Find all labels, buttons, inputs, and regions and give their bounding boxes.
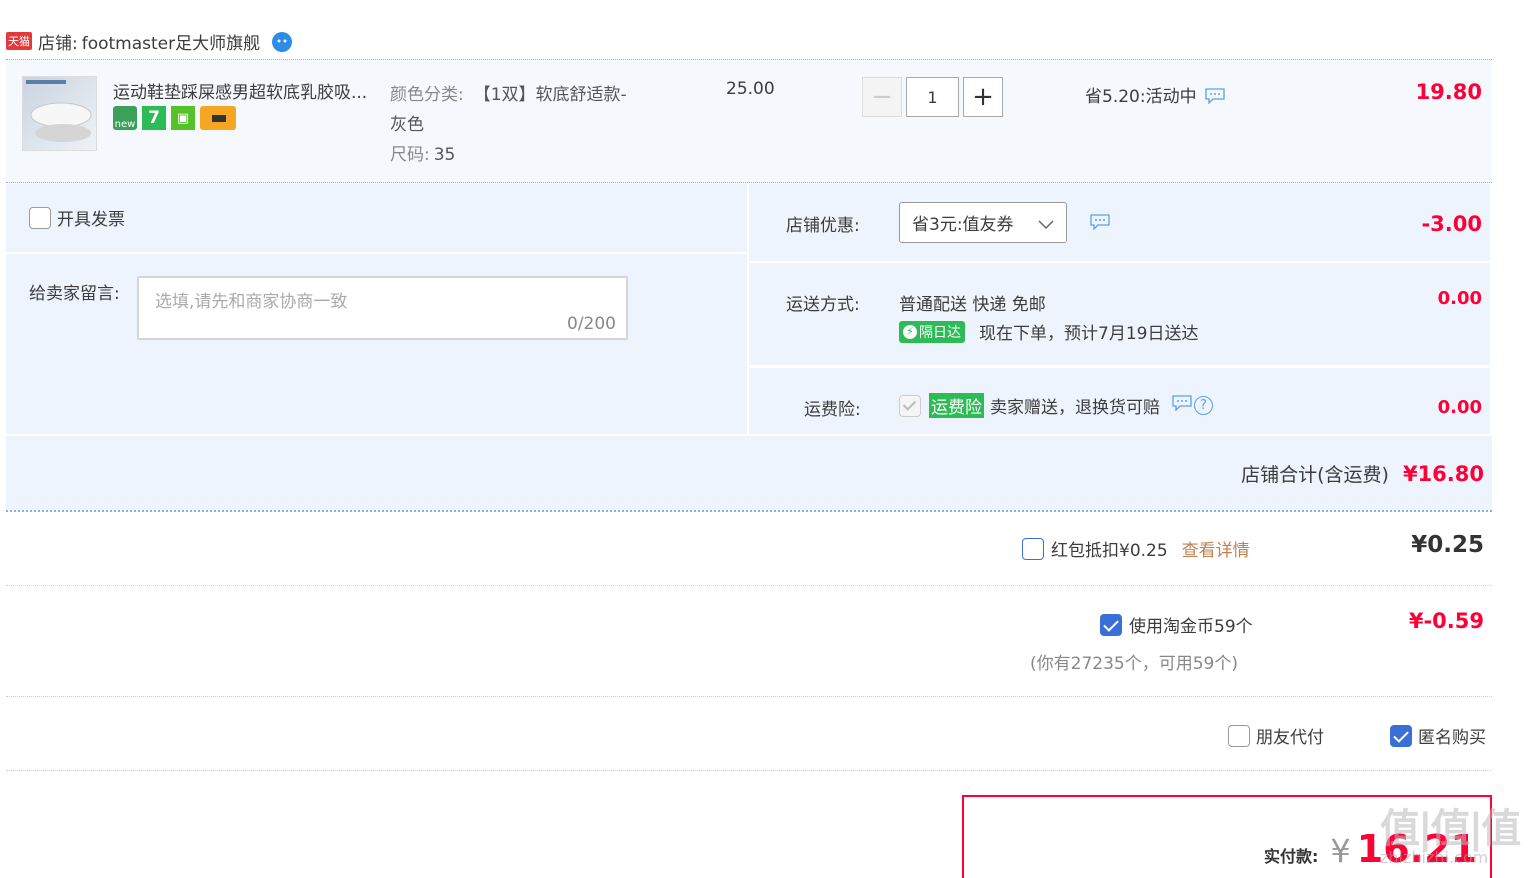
shop-discount-select[interactable]: 省3元:值友券: [899, 202, 1067, 243]
insurance-info: 运费险 卖家赠送，退换货可赔 ?: [929, 393, 1213, 418]
shop-name[interactable]: footmaster足大师旗舰: [82, 29, 260, 54]
insurance-chat-icon[interactable]: [1172, 395, 1192, 416]
invoice-option[interactable]: 开具发票: [29, 205, 125, 230]
redpacket-details-link[interactable]: 查看详情: [1182, 536, 1250, 561]
anonymous-option[interactable]: 匿名购买: [1390, 723, 1486, 748]
lightning-icon: ⚡: [903, 324, 917, 339]
shop-total: 店铺合计(含运费) ¥16.80: [1241, 461, 1484, 487]
shipping-method: 普通配送 快递 免邮: [899, 295, 1046, 315]
sku-info: 颜色分类: 【1双】软底舒适款- 灰色 尺码: 35: [390, 85, 627, 165]
tmall-badge: 天猫: [6, 32, 32, 50]
quantity-stepper: − 1 +: [862, 77, 1003, 117]
coins-checkbox[interactable]: [1100, 613, 1122, 636]
shipping-estimate-row: ⚡ 隔日达 现在下单，预计7月19日送达: [899, 319, 1198, 344]
help-icon[interactable]: ?: [1194, 396, 1213, 415]
shop-discount-label: 店铺优惠:: [786, 216, 860, 236]
card-icon: [200, 106, 236, 130]
coins-row: 使用淘金币59个: [1100, 612, 1253, 637]
product-title[interactable]: 运动鞋垫踩屎感男超软底乳胶吸...: [113, 78, 367, 103]
watermark: 值|值|值 zhizhizhi.com: [1380, 806, 1521, 867]
chevron-down-icon: [1038, 215, 1054, 235]
shop-discount-amount: -3.00: [1421, 212, 1482, 236]
wangwang-icon[interactable]: [270, 29, 294, 53]
insurance-amount: 0.00: [1437, 397, 1482, 418]
redpacket-amount: ¥0.25: [1411, 532, 1484, 558]
item-subtotal: 19.80: [1415, 80, 1482, 104]
product-thumbnail[interactable]: [22, 76, 97, 151]
message-textarea[interactable]: 选填,请先和商家协商一致 0/200: [137, 276, 628, 340]
friend-pay-option[interactable]: 朋友代付: [1228, 723, 1324, 748]
pay-label: 实付款:: [1264, 847, 1319, 866]
shop-total-amount: ¥16.80: [1402, 461, 1484, 486]
friend-pay-checkbox[interactable]: [1228, 724, 1250, 747]
message-label: 给卖家留言:: [29, 284, 120, 304]
coins-amount: ¥-0.59: [1408, 609, 1484, 633]
anonymous-checkbox[interactable]: [1390, 724, 1412, 747]
redpacket-checkbox[interactable]: [1022, 537, 1044, 560]
chat-icon[interactable]: [1204, 88, 1225, 109]
pay-currency: ¥: [1330, 832, 1351, 870]
shop-label: 店铺:: [38, 33, 78, 54]
decrease-button[interactable]: −: [862, 77, 902, 117]
shipping-amount: 0.00: [1437, 288, 1482, 309]
next-day-badge: ⚡ 隔日达: [899, 320, 965, 343]
quantity-input[interactable]: 1: [906, 77, 959, 117]
insurance-label: 运费险:: [804, 400, 861, 420]
shop-header: 天猫 店铺: footmaster足大师旗舰: [6, 28, 294, 54]
product-badges: new 7 ▣: [113, 106, 236, 130]
insurance-tag: 运费险: [929, 393, 984, 418]
redpacket-row: 红包抵扣¥0.25 查看详情: [1022, 536, 1250, 561]
shipping-label: 运送方式:: [786, 295, 860, 315]
increase-button[interactable]: +: [963, 77, 1003, 117]
seven-day-return-icon: 7: [142, 106, 166, 130]
guarantee-icon: ▣: [171, 106, 195, 130]
coins-note: (你有27235个，可用59个): [1030, 654, 1238, 674]
invoice-checkbox[interactable]: [29, 206, 51, 229]
new-badge-icon: new: [113, 106, 137, 130]
insurance-checkbox: [899, 395, 921, 417]
promo-info: 省5.20:活动中: [1085, 80, 1225, 109]
unit-price: 25.00: [726, 79, 775, 99]
discount-chat-icon[interactable]: [1090, 214, 1110, 235]
